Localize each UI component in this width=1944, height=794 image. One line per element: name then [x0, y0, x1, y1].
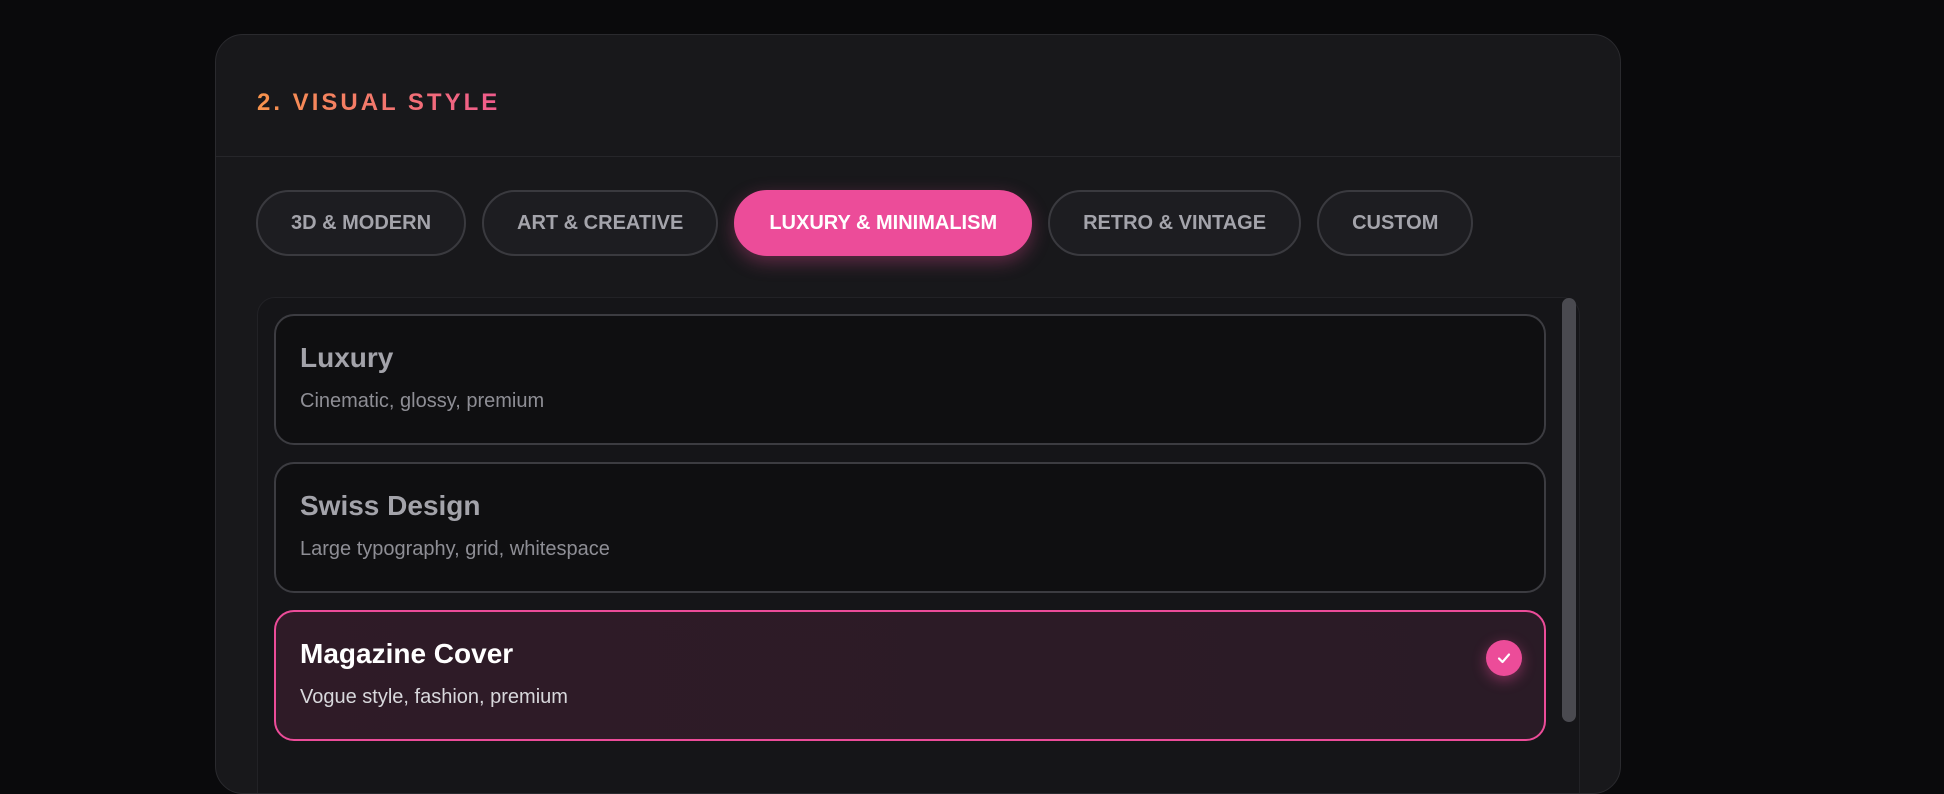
tab-3d-modern[interactable]: 3D & MODERN [256, 190, 467, 256]
option-description: Vogue style, fashion, premium [300, 686, 568, 708]
panel-header: 2. VISUAL STYLE [216, 35, 1620, 157]
style-option-swiss-design[interactable]: Swiss Design Large typography, grid, whi… [274, 462, 1546, 593]
check-icon [1486, 640, 1522, 676]
section-title: 2. VISUAL STYLE [257, 89, 501, 116]
tab-custom[interactable]: CUSTOM [1317, 190, 1474, 256]
tab-luxury-minimalism[interactable]: LUXURY & MINIMALISM [734, 190, 1033, 256]
style-options-list: Luxury Cinematic, glossy, premium Swiss … [257, 297, 1580, 793]
option-description: Cinematic, glossy, premium [300, 390, 545, 412]
tab-retro-vintage[interactable]: RETRO & VINTAGE [1048, 190, 1302, 256]
option-title: Magazine Cover [300, 638, 514, 669]
visual-style-panel: 2. VISUAL STYLE 3D & MODERN ART & CREATI… [215, 34, 1621, 794]
style-category-tabs: 3D & MODERN ART & CREATIVE LUXURY & MINI… [256, 190, 1474, 256]
options-scrollbar[interactable] [1562, 298, 1576, 722]
option-title: Luxury [300, 342, 394, 373]
option-description: Large typography, grid, whitespace [300, 538, 610, 560]
style-option-luxury[interactable]: Luxury Cinematic, glossy, premium [274, 314, 1546, 445]
option-title: Swiss Design [300, 490, 481, 521]
style-option-magazine-cover[interactable]: Magazine Cover Vogue style, fashion, pre… [274, 610, 1546, 741]
tab-art-creative[interactable]: ART & CREATIVE [482, 190, 719, 256]
